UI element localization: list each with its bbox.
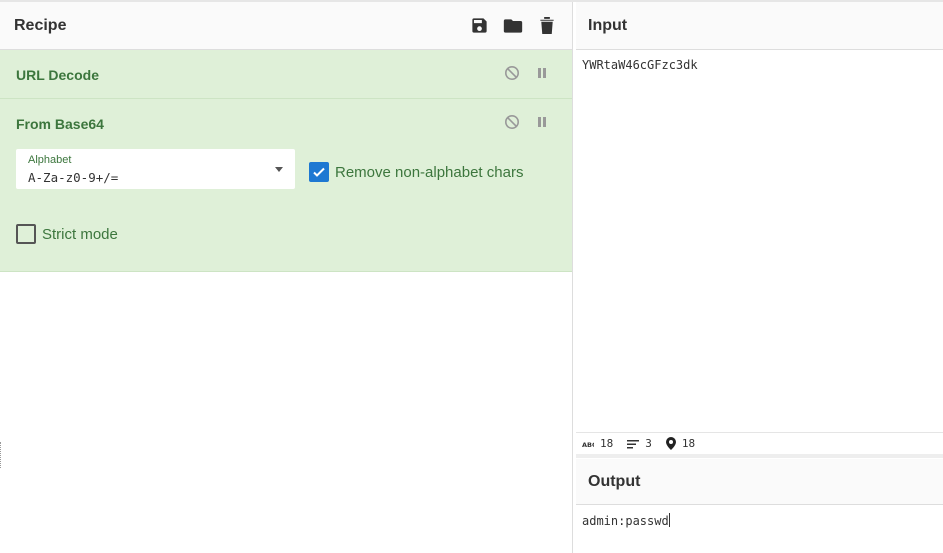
disable-icon[interactable]	[504, 65, 520, 81]
alphabet-label: Alphabet	[28, 154, 72, 166]
trash-icon[interactable]	[536, 15, 558, 37]
abc-icon: ABC	[582, 441, 594, 448]
recipe-title: Recipe	[14, 16, 67, 34]
strict-mode-label: Strict mode	[42, 225, 118, 243]
lines-stat: 3	[627, 437, 652, 450]
resize-grip[interactable]	[0, 442, 2, 468]
output-textarea[interactable]: admin:passwd	[576, 506, 943, 553]
operation-title: From Base64	[16, 116, 104, 132]
input-textarea[interactable]: YWRtaW46cGFzc3dk	[576, 51, 943, 431]
length-stat: ABC 18	[582, 437, 613, 450]
recipe-header-icons	[468, 15, 558, 37]
alphabet-value: A-Za-z0-9+/=	[28, 170, 119, 185]
strict-mode-checkbox[interactable]: Strict mode	[16, 224, 118, 244]
lines-value: 3	[645, 437, 652, 450]
length-value: 18	[600, 437, 614, 450]
input-statusbar: ABC 18 3 18	[576, 432, 943, 454]
svg-text:ABC: ABC	[582, 441, 594, 448]
caret-down-icon[interactable]	[275, 167, 283, 172]
input-title: Input	[588, 16, 628, 34]
output-text: admin:passwd	[582, 514, 669, 528]
io-pane: Input YWRtaW46cGFzc3dk ABC 18 3 18 Outpu…	[576, 2, 943, 553]
remove-non-alphabet-checkbox[interactable]: Remove non-alphabet chars	[309, 162, 523, 182]
alphabet-select[interactable]: Alphabet A-Za-z0-9+/=	[16, 149, 295, 189]
checkbox-checked-icon[interactable]	[309, 162, 329, 182]
output-header: Output	[576, 459, 943, 505]
pause-icon[interactable]	[534, 114, 550, 130]
operation-url-decode[interactable]: URL Decode	[0, 50, 572, 99]
io-divider[interactable]	[576, 454, 943, 458]
operation-from-base64[interactable]: From Base64 Alphabet A-Za-z0-9+/= Remove…	[0, 99, 572, 272]
recipe-header: Recipe	[0, 2, 572, 50]
save-icon[interactable]	[468, 15, 490, 37]
lines-icon	[627, 439, 640, 448]
output-title: Output	[588, 472, 641, 490]
pause-icon[interactable]	[534, 65, 550, 81]
position-value: 18	[681, 437, 696, 450]
remove-non-alphabet-label: Remove non-alphabet chars	[335, 163, 524, 181]
text-cursor	[668, 513, 670, 527]
folder-icon[interactable]	[502, 15, 524, 37]
recipe-pane: Recipe URL Decode From Base64 Alphabet A…	[0, 2, 573, 553]
operation-controls	[504, 114, 550, 130]
operation-title: URL Decode	[16, 67, 99, 83]
cyberchef-app: Recipe URL Decode From Base64 Alphabet A…	[0, 0, 943, 553]
operation-controls	[504, 65, 550, 81]
checkbox-unchecked-icon[interactable]	[16, 224, 36, 244]
map-pin-icon	[665, 437, 676, 450]
disable-icon[interactable]	[504, 114, 520, 130]
position-stat: 18	[665, 437, 696, 450]
input-header: Input	[576, 2, 943, 50]
